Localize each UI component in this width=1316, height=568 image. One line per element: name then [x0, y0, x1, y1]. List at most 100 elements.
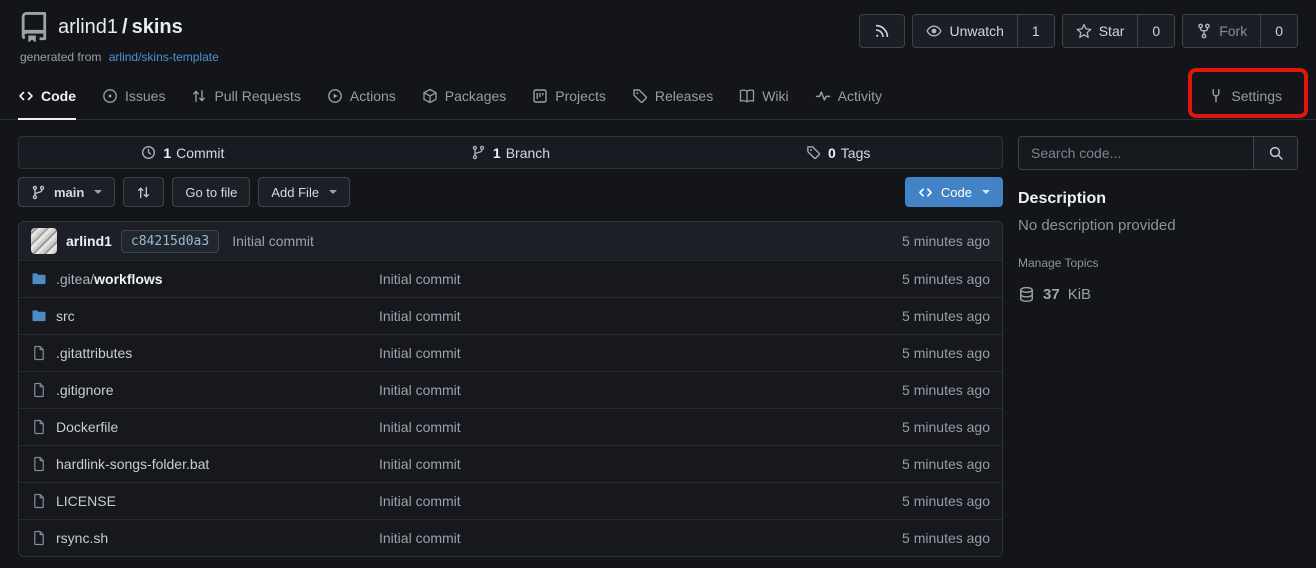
- repo-owner-link[interactable]: arlind1: [58, 16, 118, 38]
- latest-commit-row: arlind1 c84215d0a3 Initial commit 5 minu…: [19, 222, 1002, 260]
- add-file-button[interactable]: Add File: [258, 177, 350, 207]
- tab-pull-requests[interactable]: Pull Requests: [191, 73, 300, 120]
- tab-code[interactable]: Code: [18, 73, 76, 120]
- commit-author-avatar[interactable]: [31, 228, 57, 254]
- file-row[interactable]: hardlink-songs-folder.bat Initial commit…: [19, 445, 1002, 482]
- file-name-link[interactable]: rsync.sh: [56, 530, 108, 546]
- unwatch-button[interactable]: Unwatch: [913, 15, 1016, 47]
- file-name: LICENSE: [56, 493, 116, 509]
- star-button[interactable]: Star: [1063, 15, 1138, 47]
- commits-summary[interactable]: 1 Commit: [19, 137, 347, 168]
- tag-icon: [632, 88, 648, 104]
- actions-icon: [327, 88, 343, 104]
- tab-settings-label: Settings: [1231, 88, 1282, 104]
- tab-actions[interactable]: Actions: [327, 73, 396, 120]
- tab-projects-label: Projects: [555, 88, 606, 104]
- file-name-link[interactable]: .gitattributes: [56, 345, 132, 361]
- file-name-link[interactable]: hardlink-songs-folder.bat: [56, 456, 209, 472]
- branches-label: Branch: [506, 145, 550, 161]
- fork-group: Fork 0: [1182, 14, 1298, 48]
- go-to-file-button[interactable]: Go to file: [172, 177, 250, 207]
- manage-topics-link[interactable]: Manage Topics: [1018, 256, 1298, 270]
- database-icon: [1018, 286, 1035, 303]
- search-icon: [1268, 145, 1284, 161]
- code-download-button[interactable]: Code: [905, 177, 1003, 207]
- tab-issues-label: Issues: [125, 88, 165, 104]
- file-row[interactable]: src Initial commit 5 minutes ago: [19, 297, 1002, 334]
- description-empty-text: No description provided: [1018, 217, 1298, 234]
- file-commit-time: 5 minutes ago: [902, 456, 990, 472]
- file-name-link[interactable]: src: [56, 308, 75, 324]
- commit-sha-badge[interactable]: c84215d0a3: [121, 230, 219, 253]
- folder-icon: [31, 271, 47, 287]
- repo-main-column: 1 Commit 1 Branch 0 Tags: [18, 136, 1003, 557]
- repo-toolbar: main Go to file Add File: [18, 177, 1003, 207]
- file-icon: [31, 493, 47, 509]
- main-content: 1 Commit 1 Branch 0 Tags: [0, 120, 1316, 557]
- star-label: Star: [1099, 23, 1125, 39]
- file-row[interactable]: .gitattributes Initial commit 5 minutes …: [19, 334, 1002, 371]
- file-commit-message[interactable]: Initial commit: [379, 493, 461, 509]
- repo-size-value: 37: [1043, 286, 1060, 303]
- rss-button[interactable]: [859, 14, 905, 48]
- unwatch-label: Unwatch: [949, 23, 1003, 39]
- project-board-icon: [532, 88, 548, 104]
- tab-settings[interactable]: Settings: [1208, 73, 1282, 120]
- tab-code-label: Code: [41, 88, 76, 104]
- file-commit-message[interactable]: Initial commit: [379, 419, 461, 435]
- chevron-down-icon: [329, 190, 337, 194]
- file-commit-message[interactable]: Initial commit: [379, 530, 461, 546]
- file-row[interactable]: .gitignore Initial commit 5 minutes ago: [19, 371, 1002, 408]
- file-commit-message[interactable]: Initial commit: [379, 456, 461, 472]
- tab-projects[interactable]: Projects: [532, 73, 606, 120]
- fork-button[interactable]: Fork: [1183, 15, 1260, 47]
- file-row[interactable]: LICENSE Initial commit 5 minutes ago: [19, 482, 1002, 519]
- file-row[interactable]: .gitea/workflows Initial commit 5 minute…: [19, 260, 1002, 297]
- file-name: rsync.sh: [56, 530, 108, 546]
- branches-summary[interactable]: 1 Branch: [347, 137, 675, 168]
- tab-releases[interactable]: Releases: [632, 73, 713, 120]
- file-name-link[interactable]: Dockerfile: [56, 419, 118, 435]
- search-input[interactable]: [1019, 137, 1253, 169]
- commit-author-name[interactable]: arlind1: [66, 233, 112, 249]
- repo-tab-bar: Code Issues Pull Requests Actions Packag…: [0, 73, 1316, 120]
- tab-packages[interactable]: Packages: [422, 73, 506, 120]
- star-count[interactable]: 0: [1137, 15, 1174, 47]
- commit-message[interactable]: Initial commit: [232, 233, 314, 249]
- repo-name-link[interactable]: skins: [132, 16, 183, 38]
- file-name-link[interactable]: .gitignore: [56, 382, 114, 398]
- folder-icon: [31, 308, 47, 324]
- tab-activity[interactable]: Activity: [815, 73, 882, 120]
- search-button[interactable]: [1253, 137, 1297, 169]
- title-separator: /: [122, 16, 128, 38]
- repo-size-unit: KiB: [1068, 286, 1091, 303]
- file-row[interactable]: rsync.sh Initial commit 5 minutes ago: [19, 519, 1002, 556]
- file-commit-message[interactable]: Initial commit: [379, 382, 461, 398]
- description-heading: Description: [1018, 190, 1298, 208]
- template-repo-link[interactable]: arlind/skins-template: [109, 50, 219, 64]
- activity-pulse-icon: [815, 88, 831, 104]
- tab-issues[interactable]: Issues: [102, 73, 165, 120]
- pull-request-icon: [191, 88, 207, 104]
- watch-count[interactable]: 1: [1017, 15, 1054, 47]
- compare-button[interactable]: [123, 177, 164, 207]
- file-name-prefix: .gitea/: [56, 271, 94, 287]
- tab-actions-label: Actions: [350, 88, 396, 104]
- tab-wiki[interactable]: Wiki: [739, 73, 788, 120]
- fork-count[interactable]: 0: [1260, 15, 1297, 47]
- code-icon: [918, 185, 933, 200]
- file-name: src: [56, 308, 75, 324]
- file-name-link[interactable]: .gitea/workflows: [56, 271, 163, 287]
- file-commit-message[interactable]: Initial commit: [379, 308, 461, 324]
- commit-time: 5 minutes ago: [902, 233, 990, 249]
- add-file-label: Add File: [271, 185, 319, 200]
- file-commit-message[interactable]: Initial commit: [379, 345, 461, 361]
- file-row[interactable]: Dockerfile Initial commit 5 minutes ago: [19, 408, 1002, 445]
- file-commit-time: 5 minutes ago: [902, 530, 990, 546]
- file-name-link[interactable]: LICENSE: [56, 493, 116, 509]
- tags-summary[interactable]: 0 Tags: [674, 137, 1002, 168]
- file-commit-message[interactable]: Initial commit: [379, 271, 461, 287]
- tag-icon: [806, 145, 821, 160]
- branch-selector[interactable]: main: [18, 177, 115, 207]
- repo-header: arlind1/skins generated from arlind/skin…: [0, 0, 1316, 64]
